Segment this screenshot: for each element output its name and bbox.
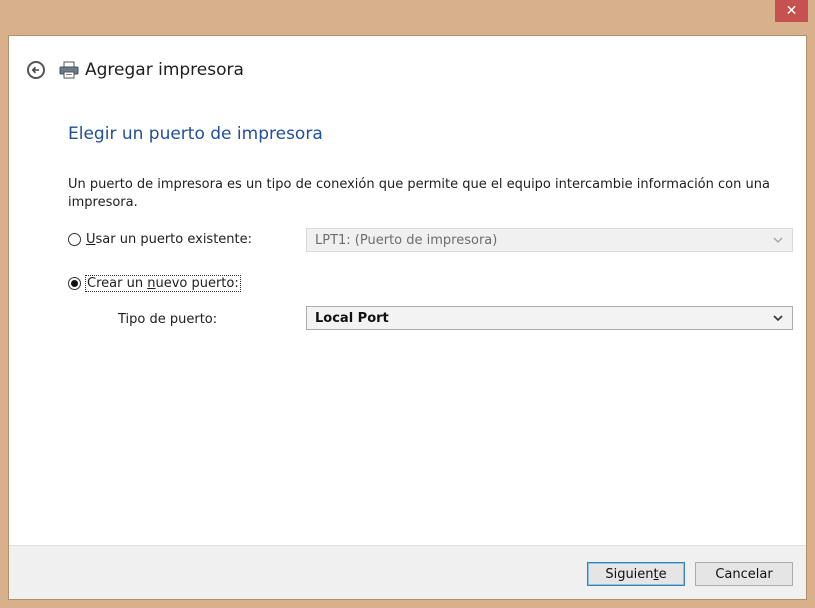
new-port-radio[interactable]: [68, 277, 81, 290]
printer-icon: [59, 61, 79, 79]
wizard-content: Agregar impresora Elegir un puerto de im…: [8, 35, 807, 600]
title-bar[interactable]: ✕: [0, 0, 815, 35]
close-button[interactable]: ✕: [775, 0, 808, 22]
new-port-option[interactable]: Crear un nuevo puerto:: [68, 275, 241, 292]
existing-port-select-value: LPT1: (Puerto de impresora): [315, 232, 498, 248]
wizard-footer: Siguiente Cancelar: [9, 545, 806, 599]
cancel-button[interactable]: Cancelar: [695, 562, 793, 586]
existing-port-label: Usar un puerto existente:: [86, 232, 253, 247]
existing-port-select: LPT1: (Puerto de impresora): [306, 228, 793, 252]
port-type-select-value: Local Port: [315, 310, 389, 326]
port-type-select[interactable]: Local Port: [306, 306, 793, 330]
existing-port-radio[interactable]: [68, 233, 81, 246]
port-type-label: Tipo de puerto:: [118, 312, 218, 327]
wizard-title: Agregar impresora: [85, 60, 244, 80]
close-icon: ✕: [785, 3, 798, 19]
existing-port-option[interactable]: Usar un puerto existente:: [68, 232, 252, 247]
page-heading: Elegir un puerto de impresora: [68, 124, 323, 144]
wizard-header: Agregar impresora: [27, 58, 244, 82]
back-arrow-icon[interactable]: [27, 61, 45, 79]
chevron-down-icon: [773, 237, 783, 243]
add-printer-window: ✕ Agregar impresora Elegir un puerto de …: [0, 0, 815, 608]
new-port-label: Crear un nuevo puerto:: [85, 275, 241, 292]
chevron-down-icon: [773, 315, 783, 322]
next-button[interactable]: Siguiente: [587, 562, 685, 586]
cancel-button-label: Cancelar: [715, 566, 773, 582]
next-button-label: Siguiente: [605, 566, 667, 582]
back-arrow-glyph: [31, 66, 39, 74]
page-description: Un puerto de impresora es un tipo de con…: [68, 177, 770, 210]
